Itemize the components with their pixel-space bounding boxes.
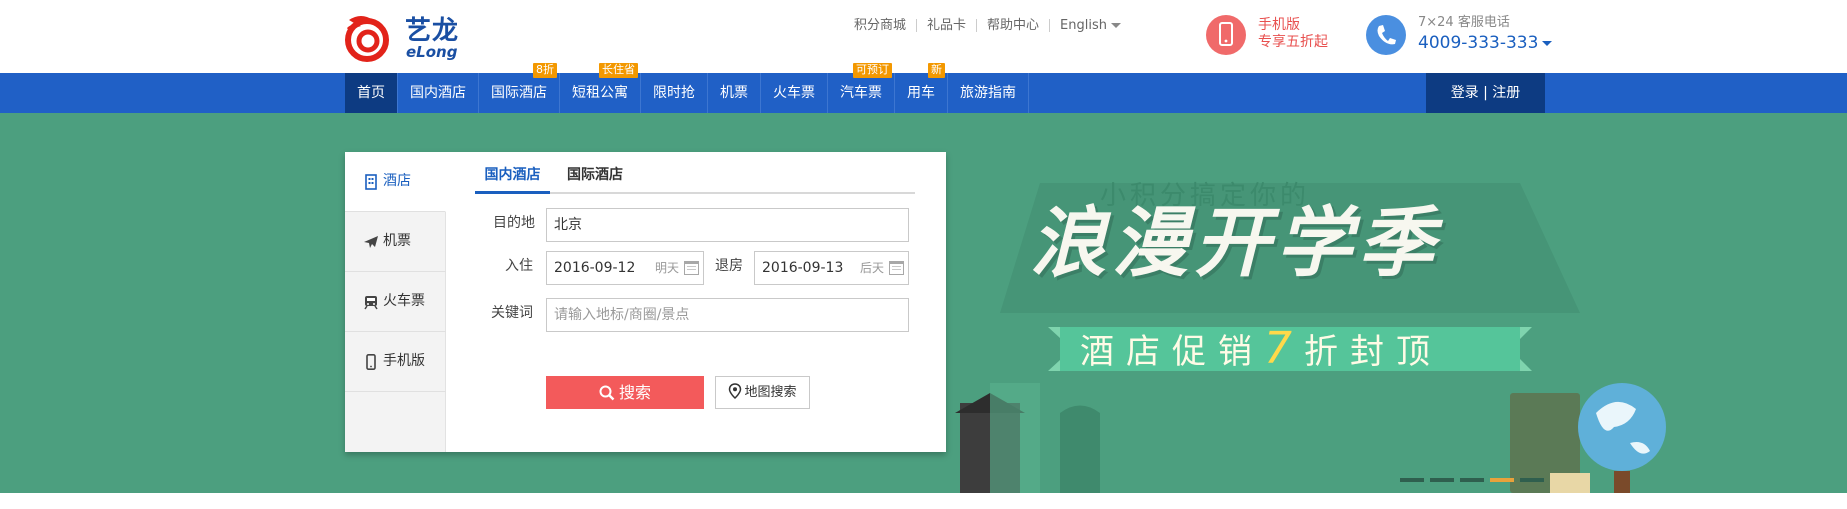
points-mall-link[interactable]: 积分商城 (854, 18, 918, 32)
nav-item-label: 机票 (720, 85, 748, 101)
discount-number: 7 (1264, 323, 1304, 374)
sidebar-item-mobile[interactable]: 手机版 (345, 332, 446, 392)
search-button[interactable]: 搜索 (546, 376, 704, 409)
login-register-button[interactable]: 登录 | 注册 (1426, 73, 1545, 113)
calendar-icon (684, 261, 699, 275)
elong-logo[interactable]: 艺龙 eLong (343, 10, 463, 62)
destination-label: 目的地 (493, 215, 535, 231)
mobile-app-promo[interactable]: 手机版 专享五折起 (1206, 15, 1356, 55)
ribbon-after-text: 折封顶 (1304, 332, 1442, 372)
service-hours-label: 7×24 客服电话 (1418, 15, 1510, 30)
nav-item-label: 汽车票 (840, 85, 882, 101)
map-search-button[interactable]: 地图搜索 (715, 376, 810, 409)
sidebar-item-hotel[interactable]: 酒店 (345, 152, 446, 212)
bookable-badge: 可预订 (853, 63, 892, 78)
plane-icon (364, 236, 378, 248)
telephone-icon (1366, 15, 1406, 55)
nav-item-flash-sale[interactable]: 限时抢 (641, 73, 708, 113)
search-icon (599, 385, 615, 401)
page-below-banner (0, 493, 1847, 509)
nav-item-label: 国际酒店 (491, 85, 547, 101)
nav-item-travel-guide[interactable]: 旅游指南 (948, 73, 1029, 113)
sidebar-item-label: 火车票 (383, 293, 425, 309)
chevron-down-icon (1542, 40, 1553, 46)
checkout-label: 退房 (715, 258, 743, 274)
mobile-icon (366, 354, 376, 370)
map-pin-icon (729, 383, 742, 400)
keyword-label: 关键词 (491, 305, 533, 321)
chevron-down-icon (1111, 22, 1121, 28)
nav-item-label: 短租公寓 (572, 85, 628, 101)
checkout-date-value: 2016-09-13 (762, 260, 844, 276)
main-nav-bar: 首页 国内酒店 国际酒店 8折 短租公寓 长住省 限时抢 机票 火车票 汽车票 可预订… (0, 63, 1847, 113)
phone-icon (1206, 15, 1246, 55)
gift-card-link[interactable]: 礼品卡 (917, 18, 978, 32)
nav-item-flights[interactable]: 机票 (708, 73, 761, 113)
map-search-label: 地图搜索 (744, 385, 797, 400)
keyword-input[interactable]: 请输入地标/商圈/景点 (546, 298, 909, 332)
nav-item-international-hotels[interactable]: 国际酒店 8折 (479, 63, 560, 113)
checkout-date-input[interactable]: 2016-09-13 后天 (754, 251, 909, 285)
nav-item-trains[interactable]: 火车票 (761, 73, 828, 113)
service-phone-number[interactable]: 4009-333-333 (1418, 33, 1553, 53)
sidebar-item-label: 酒店 (383, 173, 411, 189)
tab-domestic-hotels[interactable]: 国内酒店 (475, 166, 550, 194)
help-center-link[interactable]: 帮助中心 (977, 18, 1051, 32)
carousel-dot-active[interactable] (1490, 478, 1514, 482)
nav-item-label: 限时抢 (653, 85, 695, 101)
search-category-sidebar: 酒店 机票 火车票 手机版 (345, 152, 446, 452)
discount-badge: 8折 (533, 63, 557, 78)
customer-service: 7×24 客服电话 4009-333-333 (1366, 15, 1556, 55)
search-panel: 酒店 机票 火车票 手机版 国内酒店 国际酒店 目的地 北京 入住 2016-0… (345, 152, 946, 452)
top-links: 积分商城 礼品卡 帮助中心 English (854, 17, 1131, 33)
mobile-promo-subtitle: 专享五折起 (1258, 34, 1328, 50)
nav-item-home[interactable]: 首页 (345, 73, 398, 113)
train-icon (364, 296, 378, 310)
ribbon-before-text: 酒店促销 (1080, 332, 1264, 372)
nav-item-label: 旅游指南 (960, 85, 1016, 101)
building-icon (365, 174, 377, 190)
logo-chinese: 艺龙 (405, 16, 460, 46)
nav-item-buses[interactable]: 汽车票 可预订 (828, 63, 895, 113)
hotel-tabs: 国内酒店 国际酒店 (475, 166, 915, 194)
carousel-dot[interactable] (1520, 478, 1544, 482)
carousel-dot[interactable] (1460, 478, 1484, 482)
new-badge: 新 (928, 63, 945, 78)
sidebar-item-label: 手机版 (383, 353, 425, 369)
search-button-label: 搜索 (618, 383, 651, 402)
calendar-icon (889, 261, 904, 275)
checkout-date-hint: 后天 (859, 261, 884, 275)
checkin-date-input[interactable]: 2016-09-12 明天 (546, 251, 704, 285)
banner-title: 浪漫开学季 (1030, 198, 1440, 287)
nav-item-label: 用车 (907, 85, 935, 101)
nav-item-label: 首页 (357, 85, 385, 101)
logo-english: eLong (406, 43, 458, 61)
top-header: 艺龙 eLong 积分商城 礼品卡 帮助中心 English 手机版 专享五折起… (0, 0, 1847, 73)
checkin-date-hint: 明天 (654, 261, 679, 275)
nav-item-domestic-hotels[interactable]: 国内酒店 (398, 73, 479, 113)
language-label: English (1060, 17, 1107, 33)
sidebar-item-flights[interactable]: 机票 (345, 212, 446, 272)
checkin-label: 入住 (505, 258, 533, 274)
mobile-promo-title: 手机版 (1258, 17, 1300, 33)
language-select[interactable]: English (1050, 19, 1131, 32)
dragon-logo-icon (345, 16, 389, 62)
checkin-date-value: 2016-09-12 (554, 260, 636, 276)
carousel-dot[interactable] (1400, 478, 1424, 482)
nav-item-label: 火车票 (773, 85, 815, 101)
long-stay-badge: 长住省 (599, 63, 638, 78)
main-nav: 首页 国内酒店 国际酒店 8折 短租公寓 长住省 限时抢 机票 火车票 汽车票 可预订… (345, 63, 1029, 113)
nav-item-label: 国内酒店 (410, 85, 466, 101)
nav-item-short-rentals[interactable]: 短租公寓 长住省 (560, 63, 641, 113)
destination-input[interactable]: 北京 (546, 208, 909, 242)
carousel-indicators (1400, 478, 1544, 482)
banner-ribbon-text: 酒店促销7折封顶 (1080, 325, 1520, 373)
tab-international-hotels[interactable]: 国际酒店 (567, 166, 623, 194)
nav-item-car-rental[interactable]: 用车 新 (895, 63, 948, 113)
carousel-dot[interactable] (1430, 478, 1454, 482)
service-phone-text: 4009-333-333 (1418, 33, 1539, 53)
sidebar-item-trains[interactable]: 火车票 (345, 272, 446, 332)
sidebar-item-label: 机票 (383, 233, 411, 249)
